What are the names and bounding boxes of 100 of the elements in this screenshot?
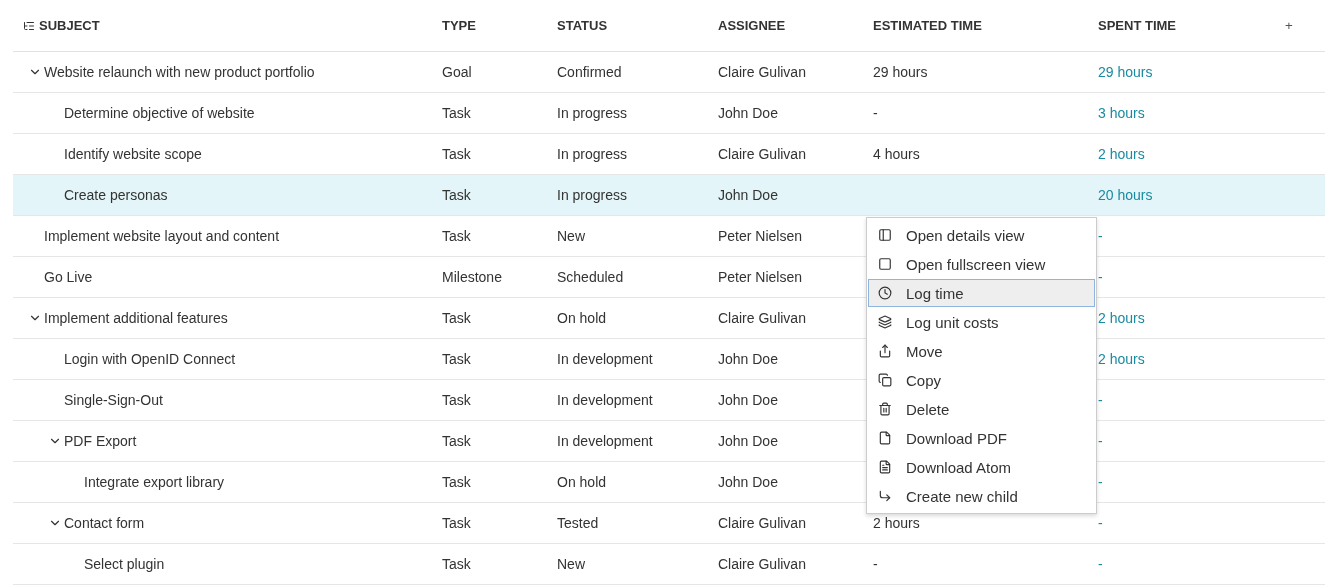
subject-cell: Website relaunch with new product portfolio — [44, 64, 315, 80]
status-cell-text: In development — [557, 392, 654, 408]
estimated-time-cell-text: - — [873, 105, 879, 121]
menu-item-label: Move — [906, 342, 943, 360]
hierarchy-icon[interactable] — [23, 19, 35, 32]
spent-time-link[interactable]: - — [1098, 433, 1285, 449]
menu-item-label: Delete — [906, 400, 950, 418]
table-row[interactable]: Select plugin Task New Claire Gulivan - - — [13, 544, 1325, 585]
column-header: ASSIGNEE — [718, 18, 787, 33]
table-row[interactable]: Create personas Task In progress John Doe 20 hours — [13, 175, 1325, 216]
type-cell-text: Task — [442, 515, 472, 531]
trash-icon — [878, 402, 892, 416]
subject-cell: Go Live — [44, 269, 93, 285]
estimated-time-cell-text: 29 hours — [873, 64, 929, 80]
type-cell-text: Goal — [442, 64, 473, 80]
assignee-cell-text: Claire Gulivan — [718, 515, 807, 531]
add-column-button[interactable]: + — [1285, 18, 1293, 33]
subject-cell: Determine objective of website — [64, 105, 255, 121]
assignee-cell-text: Peter Nielsen — [718, 228, 804, 244]
spent-time-link[interactable]: 2 hours — [1098, 310, 1285, 326]
spent-time-link[interactable]: 20 hours — [1098, 187, 1285, 203]
copy-icon — [878, 373, 892, 387]
panel-icon — [878, 228, 892, 242]
menu-item-label: Download PDF — [906, 429, 1007, 447]
type-cell-text: Task — [442, 351, 472, 367]
assignee-cell-text: Claire Gulivan — [718, 310, 807, 326]
subject-cell: Login with OpenID Connect — [64, 351, 236, 367]
status-cell-text: In progress — [557, 146, 629, 162]
spent-time-link[interactable]: - — [1098, 515, 1285, 531]
subject-cell: Integrate export library — [84, 474, 225, 490]
subject-cell: Contact form — [64, 515, 145, 531]
share-icon — [878, 344, 892, 358]
subject-cell: Create personas — [64, 187, 168, 203]
layers-icon — [878, 315, 892, 329]
spent-time-link[interactable]: 2 hours — [1098, 351, 1285, 367]
status-cell-text: Confirmed — [557, 64, 623, 80]
spent-time-link[interactable]: - — [1098, 556, 1285, 572]
assignee-cell-text: Claire Gulivan — [718, 146, 807, 162]
status-cell-text: In development — [557, 433, 654, 449]
spent-time-link[interactable]: 3 hours — [1098, 105, 1285, 121]
assignee-cell-text: Claire Gulivan — [718, 64, 807, 80]
assignee-cell-text: Peter Nielsen — [718, 269, 804, 285]
spent-time-link[interactable]: 29 hours — [1098, 64, 1285, 80]
type-cell-text: Task — [442, 433, 472, 449]
assignee-cell-text: Claire Gulivan — [718, 556, 807, 572]
assignee-cell-text: John Doe — [718, 433, 779, 449]
type-cell-text: Task — [442, 392, 472, 408]
column-header: ESTIMATED TIME — [873, 18, 983, 33]
subject-cell: Identify website scope — [64, 146, 202, 162]
type-cell-text: Milestone — [442, 269, 503, 285]
table-row[interactable]: Determine objective of website Task In progress John Doe - 3 hours — [13, 93, 1325, 134]
square-icon — [878, 257, 892, 271]
assignee-cell-text: John Doe — [718, 392, 779, 408]
spent-time-link[interactable]: - — [1098, 269, 1285, 285]
assignee-cell-text: John Doe — [718, 351, 779, 367]
menu-item[interactable]: Log time — [868, 279, 1095, 307]
subject-cell: Select plugin — [84, 556, 165, 572]
status-cell-text: In progress — [557, 105, 629, 121]
subject-cell: PDF Export — [64, 433, 137, 449]
column-header: STATUS — [557, 18, 609, 33]
status-cell-text: Tested — [557, 515, 600, 531]
document-icon — [878, 460, 892, 474]
subject-cell: Implement additional features — [44, 310, 228, 326]
spent-time-link[interactable]: - — [1098, 228, 1285, 244]
clock-icon — [878, 286, 892, 300]
type-cell-text: Task — [442, 146, 472, 162]
estimated-time-cell-text: 2 hours — [873, 515, 921, 531]
status-cell-text: In development — [557, 351, 654, 367]
child-arrow-icon — [878, 489, 892, 503]
menu-item-label: Create new child — [906, 487, 1018, 505]
status-cell-text: New — [557, 228, 586, 244]
file-icon — [878, 431, 892, 445]
type-cell-text: Task — [442, 228, 472, 244]
type-cell-text: Task — [442, 556, 472, 572]
type-cell-text: Task — [442, 474, 472, 490]
table-row[interactable]: Website relaunch with new product portfolio Goal Confirmed Claire Gulivan 29 hours 29 hours — [13, 52, 1325, 93]
status-cell-text: New — [557, 556, 586, 572]
spent-time-link[interactable]: 2 hours — [1098, 146, 1285, 162]
spent-time-link[interactable]: - — [1098, 474, 1285, 490]
status-cell-text: On hold — [557, 310, 608, 326]
column-header: SPENT TIME — [1098, 18, 1177, 33]
menu-item-label: Open details view — [906, 226, 1025, 244]
assignee-cell-text: John Doe — [718, 474, 779, 490]
menu-item-label: Log unit costs — [906, 313, 999, 331]
estimated-time-cell-text: - — [873, 556, 879, 572]
column-header: SUBJECT — [39, 18, 100, 33]
menu-item-label: Open fullscreen view — [906, 255, 1046, 273]
spent-time-link[interactable]: - — [1098, 392, 1285, 408]
estimated-time-cell-text: 4 hours — [873, 146, 921, 162]
subject-cell: Single-Sign-Out — [64, 392, 163, 408]
column-header: TYPE — [442, 18, 477, 33]
assignee-cell-text: John Doe — [718, 187, 779, 203]
assignee-cell-text: John Doe — [718, 105, 779, 121]
status-cell-text: On hold — [557, 474, 608, 490]
status-cell-text: In progress — [557, 187, 629, 203]
type-cell-text: Task — [442, 310, 472, 326]
subject-cell: Implement website layout and content — [44, 228, 280, 244]
type-cell-text: Task — [442, 105, 472, 121]
status-cell-text: Scheduled — [557, 269, 625, 285]
type-cell-text: Task — [442, 187, 472, 203]
